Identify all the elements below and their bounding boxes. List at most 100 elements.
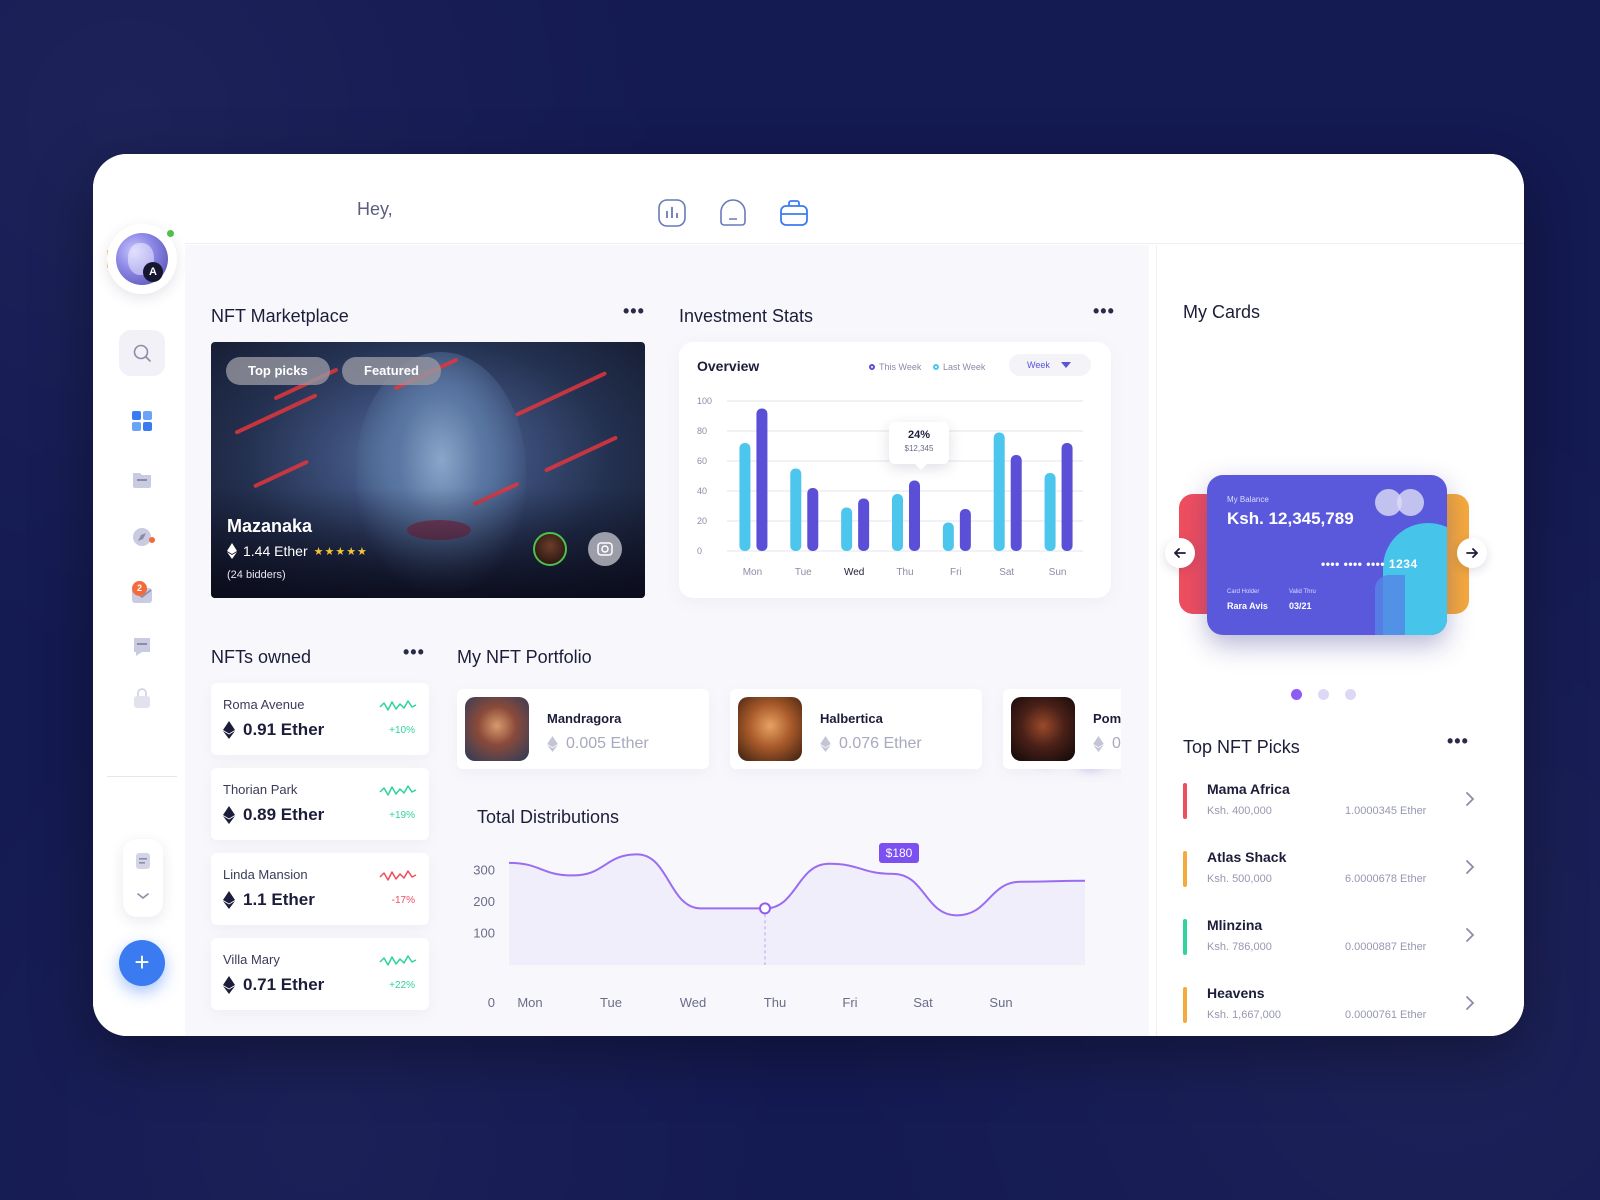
bidder-avatar[interactable] bbox=[533, 532, 567, 566]
y-tick-label: 60 bbox=[697, 456, 707, 466]
owned-item[interactable]: Thorian Park 0.89 Ether +19% bbox=[211, 768, 429, 840]
card-brand-logo bbox=[1375, 489, 1427, 517]
owned-item[interactable]: Linda Mansion 1.1 Ether -17% bbox=[211, 853, 429, 925]
y-tick-label: 20 bbox=[697, 516, 707, 526]
sidebar-item-folder[interactable] bbox=[119, 456, 165, 502]
app-window: A 2 + Hey, NFT Marketplace ••• Top picks… bbox=[93, 154, 1524, 1036]
sparkline-icon bbox=[379, 955, 417, 966]
chevron-right-icon[interactable] bbox=[1463, 857, 1477, 877]
pager-dot-1[interactable] bbox=[1291, 689, 1302, 700]
owned-item[interactable]: Roma Avenue 0.91 Ether +10% bbox=[211, 683, 429, 755]
portfolio-item[interactable]: Mandragora 0.005 Ether bbox=[457, 689, 709, 769]
pick-color-bar bbox=[1183, 987, 1187, 1023]
portfolio-item-value: 0 bbox=[1093, 735, 1121, 753]
pick-color-bar bbox=[1183, 919, 1187, 955]
camera-button[interactable] bbox=[588, 532, 622, 566]
portfolio-item[interactable]: Pome 0 bbox=[1003, 689, 1121, 769]
main-content: NFT Marketplace ••• Top picks Featured M… bbox=[185, 245, 1149, 1036]
x-tick-label: Thu bbox=[764, 995, 786, 1010]
hero-price-value: 1.44 Ether bbox=[243, 543, 308, 559]
x-tick-label: Thu bbox=[896, 567, 913, 578]
rating-stars: ★★★★★ bbox=[313, 545, 368, 558]
owned-item-value-text: 1.1 Ether bbox=[243, 890, 315, 909]
bar-this-week bbox=[841, 507, 853, 551]
distributions-title: Total Distributions bbox=[477, 807, 620, 827]
chevron-right-icon[interactable] bbox=[1463, 789, 1477, 809]
bar-this-week bbox=[790, 468, 802, 551]
pick-name: Heavens bbox=[1207, 985, 1265, 1001]
add-button[interactable]: + bbox=[119, 940, 165, 986]
x-tick-label: Sat bbox=[913, 995, 933, 1010]
sparkline-icon bbox=[379, 785, 417, 796]
home-icon[interactable] bbox=[718, 198, 748, 228]
owned-more-button[interactable]: ••• bbox=[403, 642, 425, 663]
bar-last-week bbox=[807, 488, 819, 551]
pick-price: Ksh. 1,667,000 bbox=[1207, 1009, 1282, 1021]
sidebar-item-shop[interactable] bbox=[119, 676, 165, 722]
bank-card[interactable]: My Balance Ksh. 12,345,789 •••• •••• •••… bbox=[1207, 475, 1447, 635]
online-status-dot bbox=[167, 230, 174, 237]
owned-item-name: Villa Mary bbox=[223, 952, 280, 967]
portfolio-item-value: 0.076 Ether bbox=[820, 735, 922, 753]
chat-icon bbox=[134, 638, 150, 656]
owned-item[interactable]: Villa Mary 0.71 Ether +22% bbox=[211, 938, 429, 1010]
ether-icon bbox=[223, 721, 235, 739]
distributions-line-chart: 100 200 300 Mon Tue Wed Thu Fri Sat Sun 0 bbox=[473, 853, 1086, 1010]
ether-icon bbox=[223, 891, 235, 909]
tooltip-amount: $12,345 bbox=[904, 444, 934, 453]
pager-dot-3[interactable] bbox=[1345, 689, 1356, 700]
top-picks-more-button[interactable]: ••• bbox=[1447, 731, 1469, 752]
owned-item-change: -17% bbox=[391, 895, 415, 906]
arrow-left-icon bbox=[1174, 548, 1186, 558]
portfolio-thumbnail bbox=[465, 697, 529, 761]
ether-icon bbox=[223, 976, 235, 994]
owned-item-change: +22% bbox=[389, 980, 415, 991]
y-tick-label: 100 bbox=[473, 926, 495, 941]
briefcase-icon[interactable] bbox=[779, 198, 809, 228]
owned-item-value: 1.1 Ether bbox=[223, 890, 315, 910]
chevron-down-icon[interactable] bbox=[136, 891, 150, 901]
bar-this-week bbox=[1044, 473, 1056, 551]
portfolio-item-value-text: 0.076 Ether bbox=[839, 735, 922, 752]
pager-dot-2[interactable] bbox=[1318, 689, 1329, 700]
sidebar-item-dashboard[interactable] bbox=[119, 398, 165, 444]
card-balance: Ksh. 12,345,789 bbox=[1227, 509, 1354, 528]
portfolio-item-name: Halbertica bbox=[820, 711, 883, 726]
top-pick-row[interactable]: Atlas Shack Ksh. 500,000 6.0000678 Ether bbox=[1183, 847, 1483, 899]
search-button[interactable] bbox=[119, 330, 165, 376]
x-tick-label: Mon bbox=[743, 567, 762, 578]
card-next-button[interactable] bbox=[1457, 538, 1487, 568]
marketplace-hero-card[interactable]: Top picks Featured Mazanaka 1.44 Ether ★… bbox=[211, 342, 645, 598]
owned-item-value: 0.89 Ether bbox=[223, 805, 324, 825]
chevron-right-icon[interactable] bbox=[1463, 925, 1477, 945]
featured-pill[interactable]: Featured bbox=[342, 357, 441, 385]
top-pick-row[interactable]: Heavens Ksh. 1,667,000 0.0000761 Ether bbox=[1183, 983, 1483, 1035]
search-icon bbox=[133, 344, 151, 362]
hero-price: 1.44 Ether ★★★★★ bbox=[227, 543, 368, 559]
y-tick-label: 200 bbox=[473, 894, 495, 909]
quick-menu[interactable] bbox=[123, 839, 163, 917]
top-picks-pill[interactable]: Top picks bbox=[226, 357, 330, 385]
top-pick-row[interactable]: Mama Africa Ksh. 400,000 1.0000345 Ether bbox=[1183, 779, 1483, 831]
x-tick-label: Fri bbox=[950, 567, 962, 578]
chart-icon[interactable] bbox=[657, 198, 687, 228]
x-tick-label: Wed bbox=[844, 567, 864, 578]
sidebar-item-explore[interactable] bbox=[119, 514, 165, 560]
top-pick-row[interactable]: Mlinzina Ksh. 786,000 0.0000887 Ether bbox=[1183, 915, 1483, 967]
right-panel: My Cards My Balance Ksh. 12,345,789 ••••… bbox=[1156, 245, 1524, 1036]
arrow-right-icon bbox=[1466, 548, 1478, 558]
x-tick-label: Sat bbox=[999, 567, 1014, 578]
x-tick-label: Sun bbox=[1049, 567, 1067, 578]
marketplace-more-button[interactable]: ••• bbox=[623, 301, 645, 322]
sidebar-item-messages[interactable] bbox=[119, 624, 165, 670]
investment-more-button[interactable]: ••• bbox=[1093, 301, 1115, 322]
card-prev-button[interactable] bbox=[1165, 538, 1195, 568]
chevron-right-icon[interactable] bbox=[1463, 993, 1477, 1013]
y-tick-label-origin: 0 bbox=[488, 995, 495, 1010]
ether-icon bbox=[547, 736, 558, 752]
investment-chart-card: Overview This Week Last Week Week 0 20 40 6… bbox=[679, 342, 1111, 598]
distribution-tooltip: $180 bbox=[879, 843, 919, 863]
avatar-initial: A bbox=[143, 262, 163, 282]
bar-this-week bbox=[993, 432, 1005, 551]
portfolio-item[interactable]: Halbertica 0.076 Ether bbox=[730, 689, 982, 769]
